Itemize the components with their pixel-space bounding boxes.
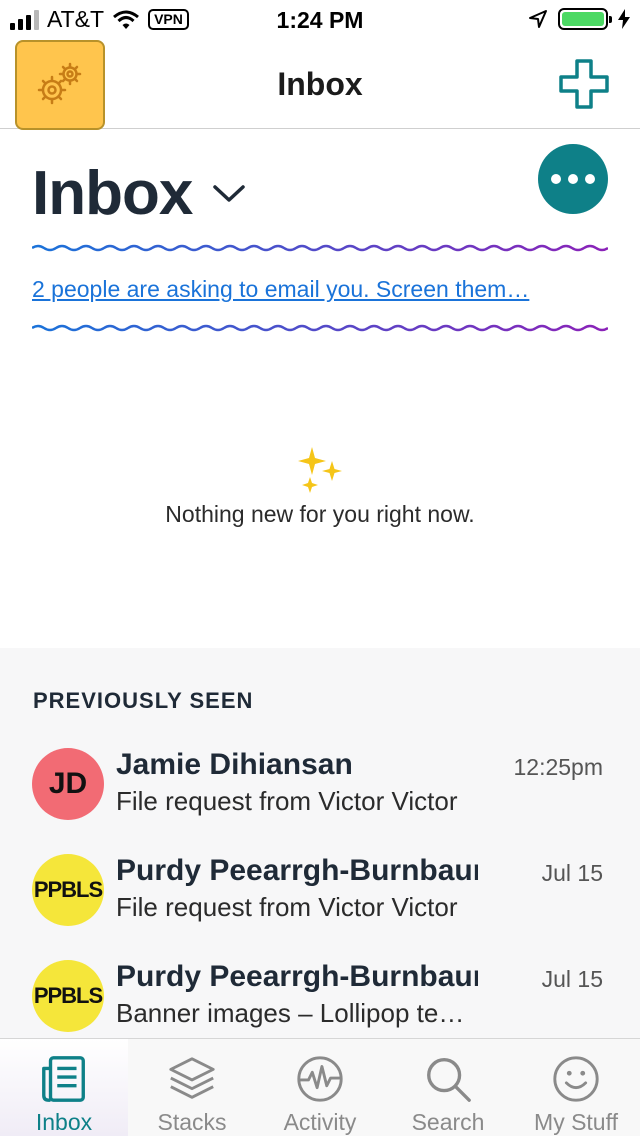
wave-divider-bottom xyxy=(32,324,608,332)
chevron-down-icon xyxy=(213,184,246,202)
sender-name: Jamie Dihiansan xyxy=(116,748,353,781)
message-snippet: Banner images – Lollipop team xyxy=(116,998,472,1028)
section-title: PREVIOUSLY SEEN xyxy=(33,688,254,713)
activity-icon xyxy=(297,1056,343,1102)
tab-search[interactable]: Search xyxy=(384,1039,512,1136)
nav-bar: Inbox xyxy=(0,40,640,130)
nav-title: Inbox xyxy=(277,66,363,102)
more-dots-icon xyxy=(551,174,561,184)
tab-bar: Inbox Stacks Activity Search My Stuff xyxy=(0,1038,640,1136)
inbox-icon xyxy=(42,1056,85,1102)
avatar: PPBLS xyxy=(32,960,104,1032)
stacks-icon xyxy=(169,1057,215,1099)
tab-inbox[interactable]: Inbox xyxy=(0,1039,128,1136)
plus-icon[interactable] xyxy=(558,58,610,110)
location-arrow-icon xyxy=(529,10,547,28)
status-right xyxy=(528,8,630,30)
avatar: PPBLS xyxy=(32,854,104,926)
charging-bolt-icon xyxy=(618,9,630,29)
page-title: Inbox xyxy=(32,159,193,228)
mailbox-selector[interactable]: Inbox xyxy=(32,158,246,229)
sparkles-icon xyxy=(298,447,342,493)
more-button[interactable] xyxy=(538,144,608,214)
message-date: Jul 15 xyxy=(541,966,603,992)
smiley-icon xyxy=(553,1056,599,1102)
message-snippet: File request from Victor Victor xyxy=(116,786,458,816)
message-date: Jul 15 xyxy=(541,860,603,886)
list-item[interactable]: PPBLS Purdy Peearrgh-Burnbaum Banner ima… xyxy=(0,960,640,1038)
tab-label: My Stuff xyxy=(534,1109,618,1135)
empty-state-message: Nothing new for you right now. xyxy=(165,501,475,527)
tab-label: Activity xyxy=(283,1109,357,1135)
message-snippet: File request from Victor Victor xyxy=(116,892,458,922)
screen-senders-link[interactable]: 2 people are asking to email you. Screen… xyxy=(32,276,529,303)
avatar: JD xyxy=(32,748,104,820)
tab-stacks[interactable]: Stacks xyxy=(128,1039,256,1136)
list-item[interactable]: PPBLS Purdy Peearrgh-Burnbaum File reque… xyxy=(0,854,640,954)
search-icon xyxy=(427,1058,471,1102)
battery-icon xyxy=(558,8,612,30)
tab-label: Stacks xyxy=(157,1109,227,1135)
list-item[interactable]: JD Jamie Dihiansan File request from Vic… xyxy=(0,748,640,848)
sender-name: Purdy Peearrgh-Burnbaum xyxy=(116,960,478,993)
tab-label: Search xyxy=(411,1109,485,1135)
tab-label: Inbox xyxy=(35,1109,93,1135)
tab-my-stuff[interactable]: My Stuff xyxy=(512,1039,640,1136)
message-date: 12:25pm xyxy=(513,754,603,780)
tab-activity[interactable]: Activity xyxy=(256,1039,384,1136)
previously-seen-section: PREVIOUSLY SEEN JD Jamie Dihiansan File … xyxy=(0,648,640,1038)
sender-name: Purdy Peearrgh-Burnbaum xyxy=(116,854,478,887)
status-bar: AT&T VPN 1:24 PM xyxy=(0,0,640,40)
empty-state: Nothing new for you right now. xyxy=(0,445,640,528)
wave-divider-top xyxy=(32,244,608,252)
